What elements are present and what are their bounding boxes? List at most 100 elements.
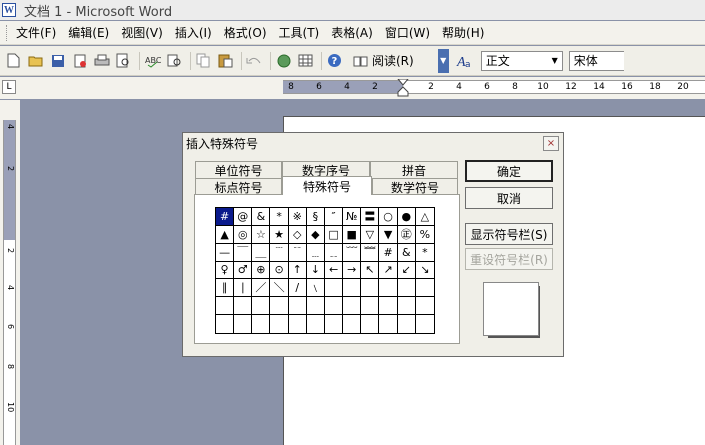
- symbol-cell[interactable]: [361, 297, 380, 316]
- symbol-cell[interactable]: #: [379, 243, 398, 262]
- tab-selector-icon[interactable]: L: [2, 80, 16, 94]
- menu-format[interactable]: 格式(O): [221, 24, 276, 41]
- symbol-cell[interactable]: [252, 315, 271, 333]
- symbol-cell[interactable]: [379, 279, 398, 298]
- symbol-cell[interactable]: [416, 315, 434, 333]
- symbol-cell[interactable]: ♂: [234, 261, 253, 280]
- menu-help[interactable]: 帮助(H): [439, 24, 493, 41]
- symbol-cell[interactable]: ﹋: [343, 243, 362, 262]
- table-icon[interactable]: [296, 51, 315, 70]
- toolbar-options-icon[interactable]: ▼: [437, 48, 449, 73]
- symbol-cell[interactable]: *: [415, 244, 434, 262]
- symbol-cell[interactable]: §: [306, 208, 325, 226]
- symbol-cell[interactable]: ○: [379, 208, 398, 226]
- symbol-cell[interactable]: [343, 315, 362, 333]
- spelling-icon[interactable]: ABC: [143, 51, 162, 70]
- symbol-cell[interactable]: ﹨: [306, 279, 325, 298]
- symbol-cell[interactable]: [216, 297, 235, 316]
- symbol-cell[interactable]: —: [216, 243, 235, 262]
- symbol-cell[interactable]: ◎: [234, 225, 253, 244]
- tab-math-symbols[interactable]: 数学符号: [372, 178, 458, 195]
- menu-edit[interactable]: 编辑(E): [65, 24, 118, 41]
- research-icon[interactable]: [165, 51, 184, 70]
- symbol-cell[interactable]: ∣: [234, 279, 253, 298]
- symbol-cell[interactable]: [379, 315, 398, 333]
- symbol-cell[interactable]: ﹌: [361, 243, 380, 262]
- cancel-button[interactable]: 取消: [465, 187, 553, 209]
- symbol-cell[interactable]: ／: [252, 279, 271, 298]
- symbol-cell[interactable]: ▲: [216, 225, 235, 244]
- font-name-field[interactable]: 宋体: [568, 50, 624, 71]
- symbol-cell[interactable]: [306, 297, 325, 316]
- symbol-cell[interactable]: ▼: [379, 225, 398, 244]
- symbol-cell[interactable]: ＼: [270, 279, 289, 298]
- print-preview-icon[interactable]: [114, 51, 133, 70]
- symbol-cell[interactable]: ﹊: [288, 243, 307, 262]
- symbol-cell[interactable]: ■: [343, 225, 362, 244]
- symbol-cell[interactable]: [398, 315, 416, 333]
- symbol-cell[interactable]: %: [415, 226, 434, 244]
- symbol-cell[interactable]: ◆: [306, 225, 325, 244]
- tab-pinyin[interactable]: 拼音: [370, 161, 458, 178]
- menu-view[interactable]: 视图(V): [118, 24, 172, 41]
- symbol-cell[interactable]: [415, 297, 434, 316]
- menu-tools[interactable]: 工具(T): [276, 24, 329, 41]
- ok-button[interactable]: 确定: [465, 160, 553, 182]
- word-app-icon[interactable]: W: [2, 3, 16, 17]
- symbol-cell[interactable]: [325, 315, 344, 333]
- symbol-cell[interactable]: [270, 315, 289, 333]
- symbol-cell[interactable]: ∕: [288, 279, 307, 298]
- close-icon[interactable]: ×: [543, 136, 559, 151]
- symbol-cell[interactable]: [289, 315, 307, 333]
- symbol-cell[interactable]: ♀: [216, 261, 235, 280]
- symbol-cell[interactable]: ⊕: [252, 261, 271, 280]
- symbol-cell[interactable]: ☆: [252, 225, 271, 244]
- chevron-down-icon[interactable]: ▼: [548, 52, 562, 70]
- copy-icon[interactable]: [194, 51, 213, 70]
- menu-table[interactable]: 表格(A): [328, 24, 382, 41]
- open-icon[interactable]: [26, 51, 45, 70]
- symbol-cell[interactable]: ↑: [288, 261, 307, 280]
- styles-pane-icon[interactable]: Aa: [455, 51, 474, 70]
- symbol-cell[interactable]: [234, 297, 253, 316]
- permission-icon[interactable]: [70, 51, 89, 70]
- print-icon[interactable]: [92, 51, 111, 70]
- symbol-cell[interactable]: [343, 297, 362, 316]
- symbol-cell[interactable]: ￣: [234, 243, 253, 262]
- hyperlink-icon[interactable]: [274, 51, 293, 70]
- menu-window[interactable]: 窗口(W): [382, 24, 439, 41]
- symbol-cell[interactable]: ㊣: [397, 225, 416, 244]
- symbol-cell[interactable]: ※: [288, 208, 307, 226]
- symbol-cell[interactable]: ⊙: [270, 261, 289, 280]
- symbol-cell[interactable]: ●: [397, 208, 416, 226]
- symbol-cell[interactable]: ◇: [288, 225, 307, 244]
- indent-marker-icon[interactable]: [397, 79, 409, 97]
- symbol-cell[interactable]: →: [343, 261, 362, 280]
- symbol-cell[interactable]: △: [415, 208, 434, 226]
- menu-grip-handle[interactable]: [6, 24, 9, 41]
- symbol-cell[interactable]: [379, 297, 398, 316]
- symbol-cell[interactable]: □: [324, 225, 344, 244]
- symbol-cell[interactable]: ﹍: [306, 243, 325, 262]
- symbol-cell[interactable]: [234, 315, 253, 333]
- show-symbol-bar-button[interactable]: 显示符号栏(S): [465, 223, 553, 245]
- symbol-cell[interactable]: [415, 279, 434, 298]
- symbol-cell[interactable]: @: [234, 208, 253, 226]
- symbol-cell[interactable]: [252, 297, 271, 316]
- help-icon[interactable]: ?: [325, 51, 344, 70]
- symbol-cell[interactable]: ★: [270, 225, 289, 244]
- symbol-cell[interactable]: [397, 279, 416, 298]
- symbol-cell[interactable]: №: [343, 208, 362, 226]
- symbol-cell[interactable]: [307, 315, 325, 333]
- symbol-cell[interactable]: [270, 297, 289, 316]
- symbol-cell[interactable]: [324, 297, 344, 316]
- menu-insert[interactable]: 插入(I): [172, 24, 221, 41]
- symbol-cell[interactable]: [288, 297, 307, 316]
- symbol-cell[interactable]: ↙: [397, 261, 416, 280]
- symbol-cell[interactable]: &: [252, 208, 271, 226]
- symbol-cell[interactable]: ↗: [379, 261, 398, 280]
- new-icon[interactable]: [4, 51, 23, 70]
- save-icon[interactable]: [48, 51, 67, 70]
- menu-file[interactable]: 文件(F): [13, 24, 65, 41]
- symbol-cell[interactable]: [361, 315, 380, 333]
